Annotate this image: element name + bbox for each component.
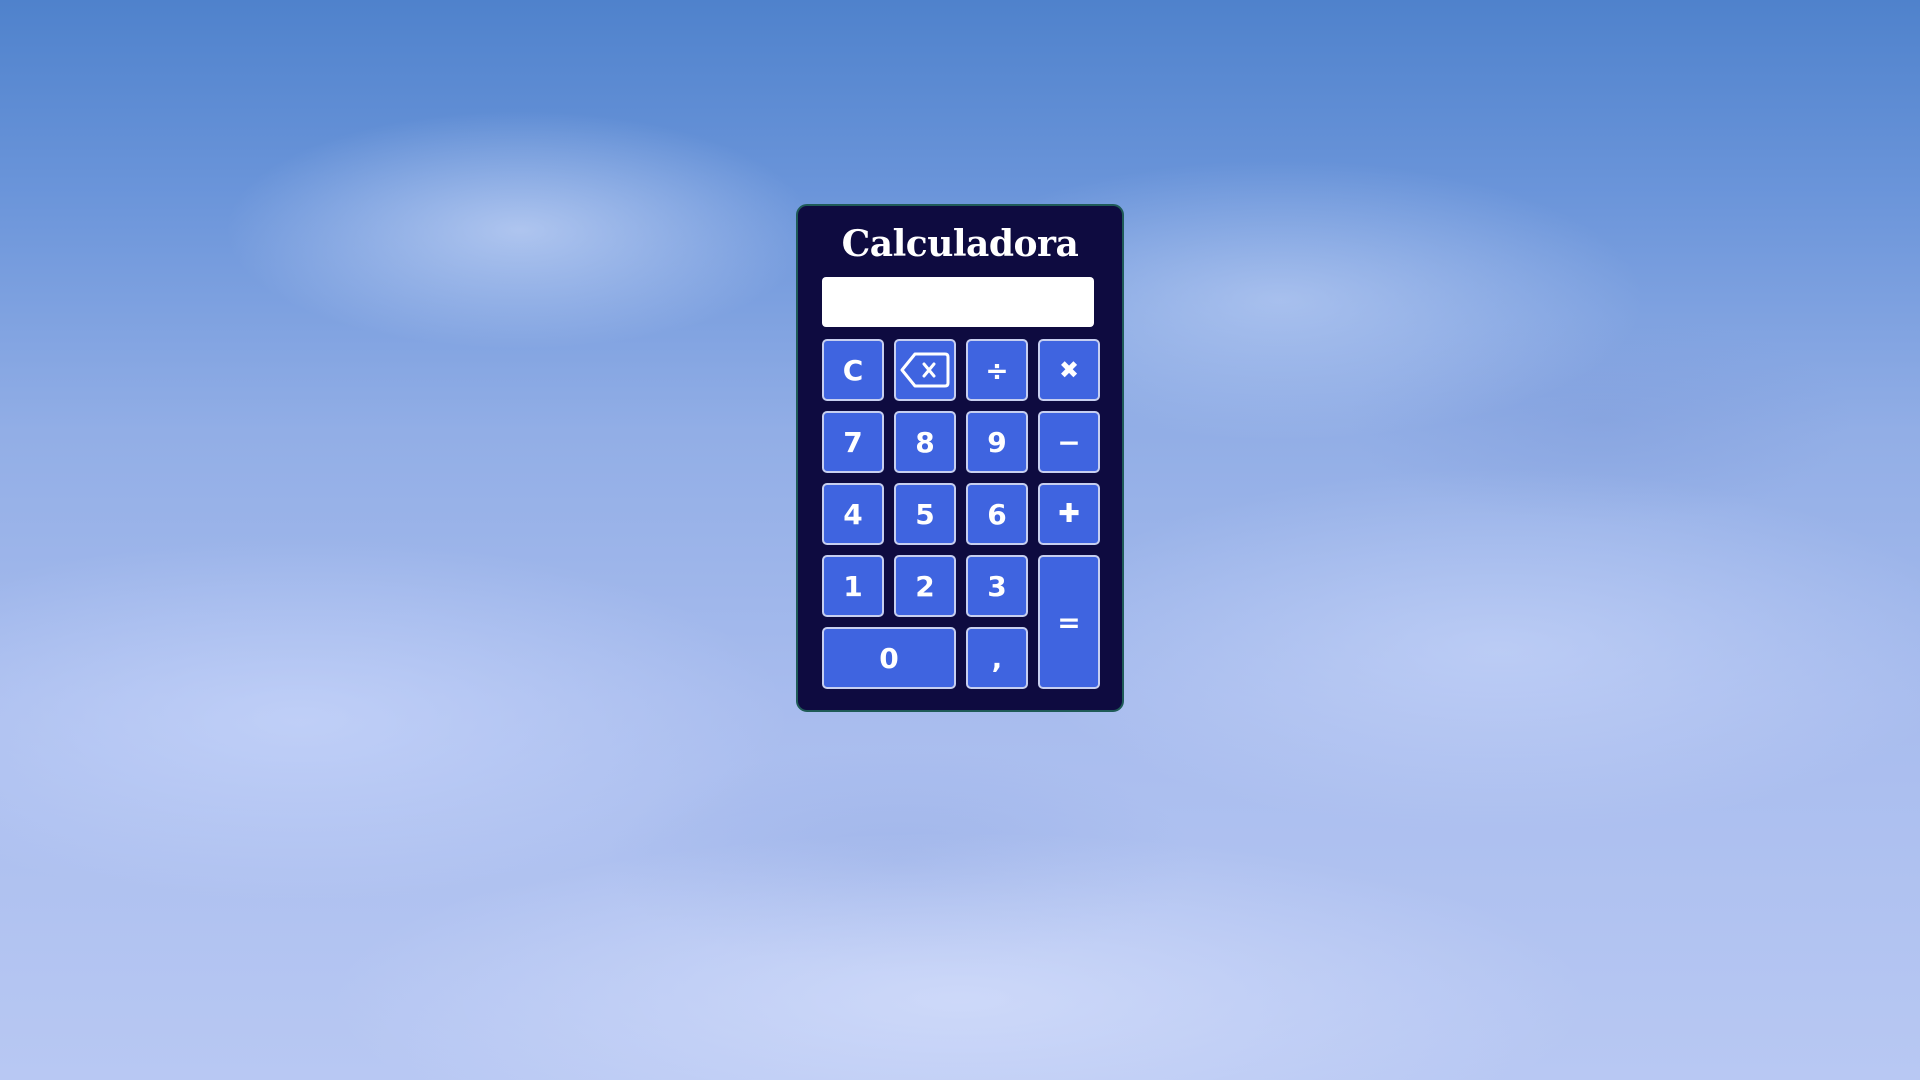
multiply-button[interactable]: ✖ (1038, 339, 1100, 401)
calculator-display[interactable] (822, 277, 1094, 327)
digit-5-button[interactable]: 5 (894, 483, 956, 545)
digit-4-button[interactable]: 4 (822, 483, 884, 545)
backspace-icon (899, 350, 951, 390)
backspace-button[interactable] (894, 339, 956, 401)
clear-button[interactable]: C (822, 339, 884, 401)
equals-button[interactable]: = (1038, 555, 1100, 689)
calculator-panel: Calculadora C ÷ ✖ 7 8 9 − 4 5 6 ✚ 1 2 3 … (796, 204, 1124, 712)
plus-button[interactable]: ✚ (1038, 483, 1100, 545)
minus-button[interactable]: − (1038, 411, 1100, 473)
digit-2-button[interactable]: 2 (894, 555, 956, 617)
digit-9-button[interactable]: 9 (966, 411, 1028, 473)
digit-7-button[interactable]: 7 (822, 411, 884, 473)
digit-0-button[interactable]: 0 (822, 627, 956, 689)
calculator-title: Calculadora (841, 223, 1079, 265)
digit-1-button[interactable]: 1 (822, 555, 884, 617)
digit-3-button[interactable]: 3 (966, 555, 1028, 617)
digit-6-button[interactable]: 6 (966, 483, 1028, 545)
digit-8-button[interactable]: 8 (894, 411, 956, 473)
comma-button[interactable]: , (966, 627, 1028, 689)
divide-button[interactable]: ÷ (966, 339, 1028, 401)
